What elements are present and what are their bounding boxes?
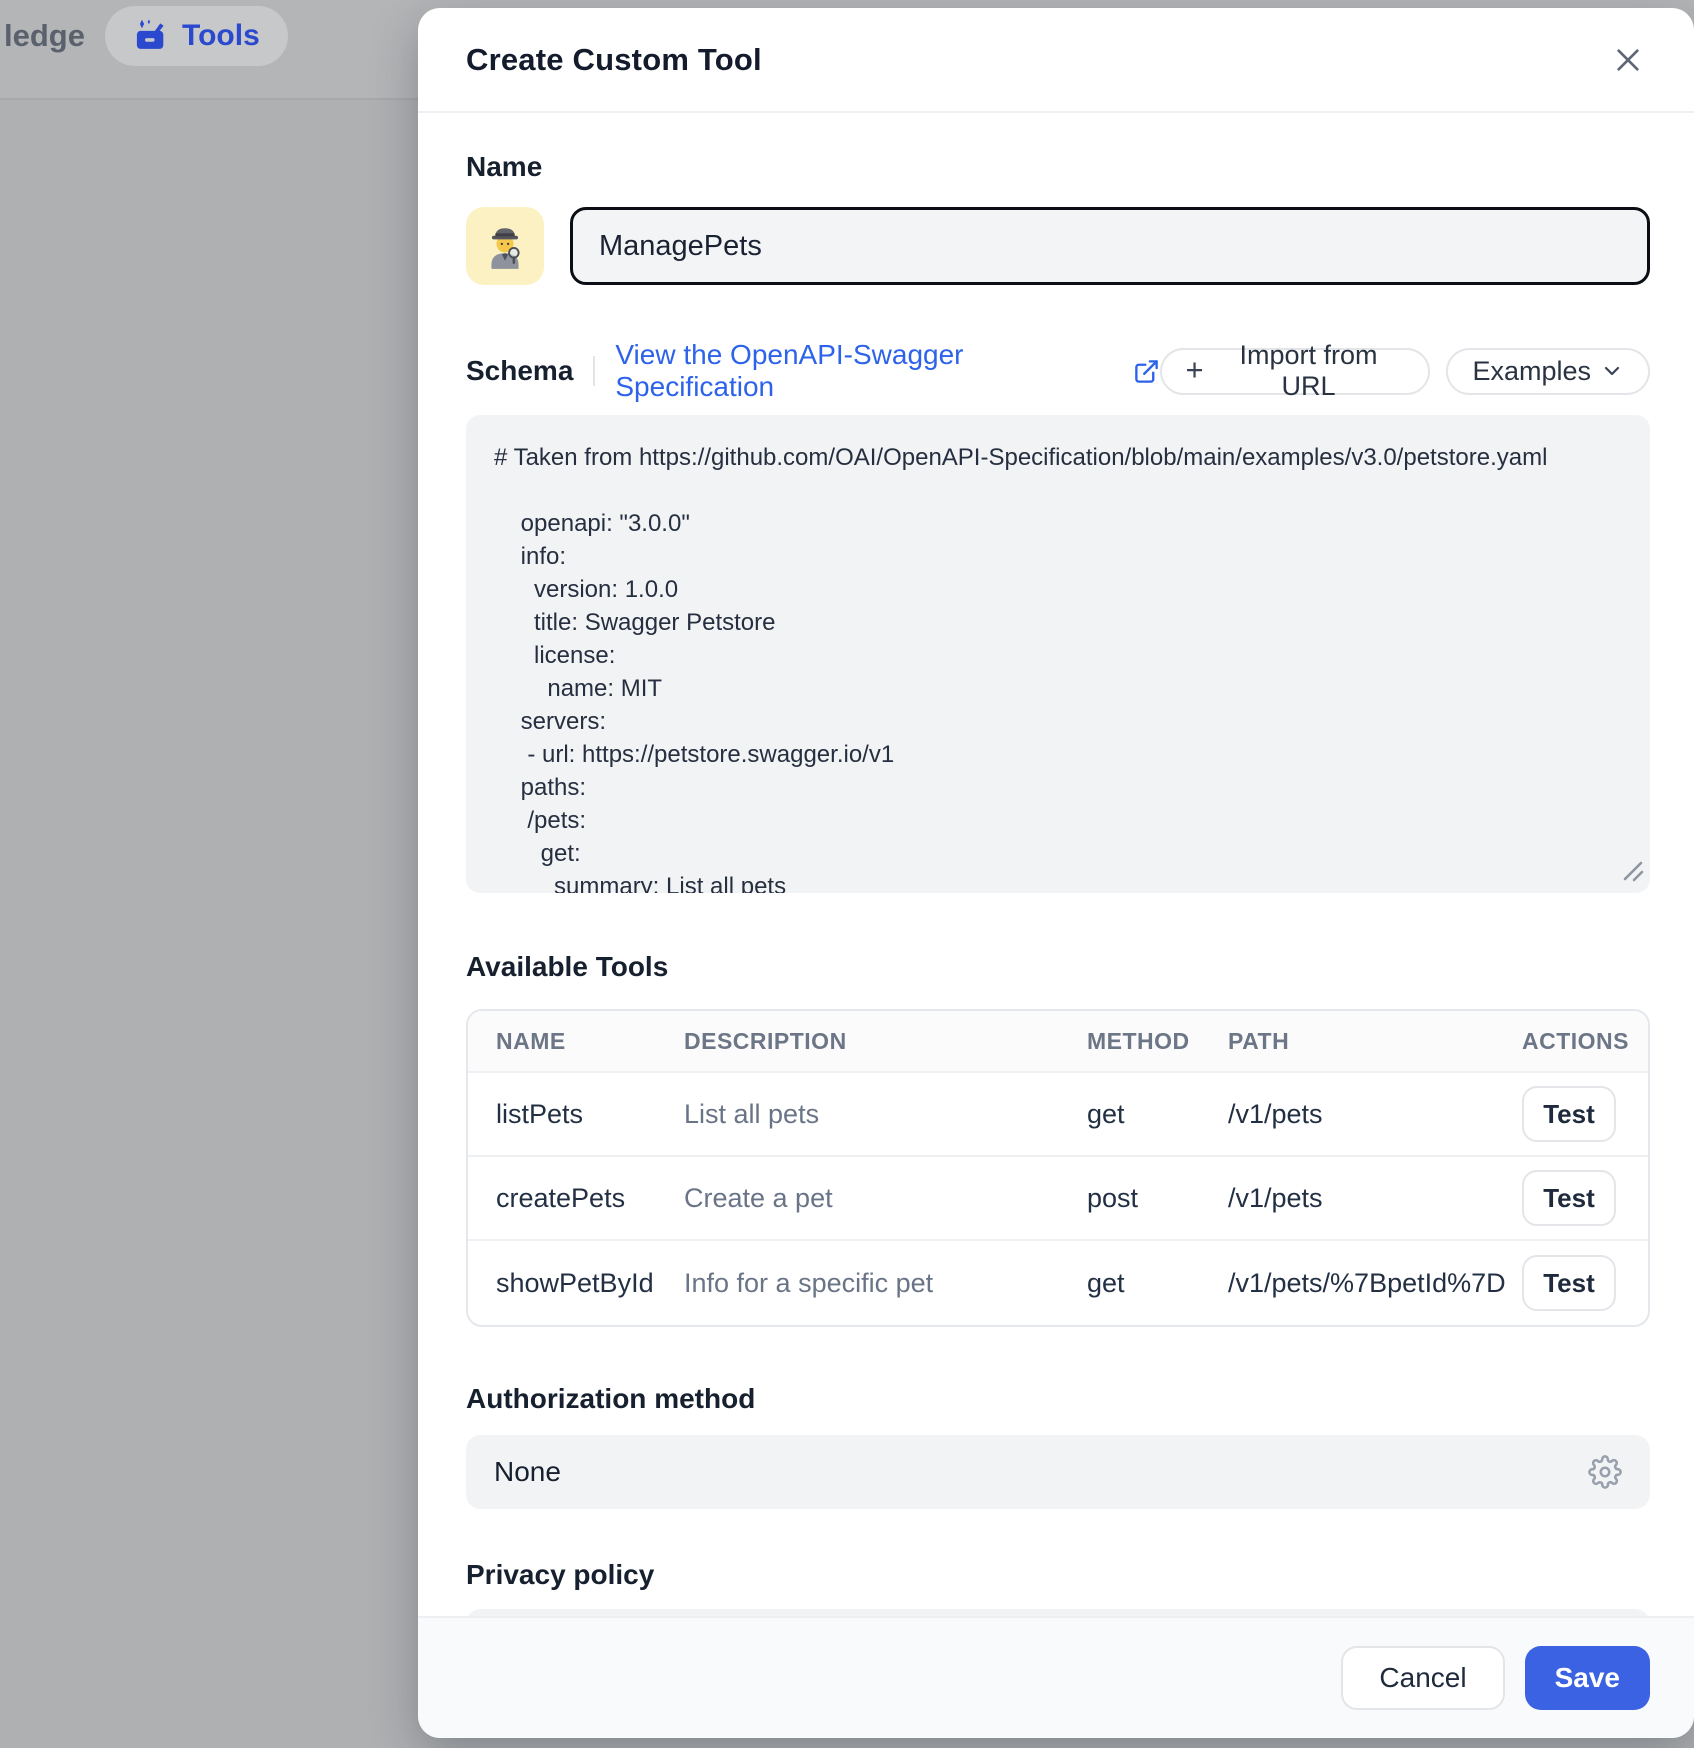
test-button[interactable]: Test [1522,1086,1616,1142]
table-header-row: NAME DESCRIPTION METHOD PATH ACTIONS [468,1011,1648,1073]
background-tab-tools[interactable]: Tools [105,6,288,66]
authorization-method-field[interactable]: None [466,1435,1650,1509]
schema-row: Schema View the OpenAPI-Swagger Specific… [466,339,1650,403]
examples-button-label: Examples [1472,356,1591,387]
name-label: Name [466,151,1650,183]
tool-path: /v1/pets [1228,1183,1522,1214]
tool-name: showPetById [496,1268,684,1299]
schema-textarea-content[interactable]: # Taken from https://github.com/OAI/Open… [466,415,1650,893]
name-input[interactable] [570,207,1650,285]
schema-editor[interactable]: # Taken from https://github.com/OAI/Open… [466,415,1650,893]
vertical-divider [593,356,595,386]
name-row [466,207,1650,285]
examples-dropdown-button[interactable]: Examples [1446,348,1650,395]
tool-method: get [1087,1268,1228,1299]
privacy-policy-heading: Privacy policy [466,1559,1650,1591]
column-header-name: NAME [496,1028,684,1055]
table-row: createPets Create a pet post /v1/pets Te… [468,1157,1648,1241]
detective-emoji-icon [480,221,530,271]
gear-icon[interactable] [1588,1455,1622,1489]
resize-handle[interactable] [1618,856,1644,887]
tool-method: post [1087,1183,1228,1214]
tool-description: Create a pet [684,1183,1087,1214]
table-row: listPets List all pets get /v1/pets Test [468,1073,1648,1157]
table-row: showPetById Info for a specific pet get … [468,1241,1648,1325]
save-button[interactable]: Save [1525,1646,1650,1710]
cancel-button[interactable]: Cancel [1341,1646,1504,1710]
close-icon [1612,44,1644,76]
test-button[interactable]: Test [1522,1255,1616,1311]
tool-method: get [1087,1099,1228,1130]
avatar-emoji-picker[interactable] [466,207,544,285]
import-from-url-button[interactable]: + Import from URL [1160,348,1431,395]
available-tools-heading: Available Tools [466,951,1650,983]
modal-body: Name [418,151,1694,1656]
tool-name: listPets [496,1099,684,1130]
column-header-actions: ACTIONS [1522,1028,1629,1055]
spec-link-label: View the OpenAPI-Swagger Specification [615,339,1121,403]
available-tools-table: NAME DESCRIPTION METHOD PATH ACTIONS lis… [466,1009,1650,1327]
tools-tab-label: Tools [182,19,260,53]
modal-footer: Cancel Save [418,1616,1694,1738]
authorization-method-heading: Authorization method [466,1383,1650,1415]
column-header-path: PATH [1228,1028,1522,1055]
column-header-method: METHOD [1087,1028,1228,1055]
tool-path: /v1/pets/%7BpetId%7D [1228,1268,1522,1299]
tool-description: Info for a specific pet [684,1268,1087,1299]
background-tab-knowledge-partial[interactable]: ledge [4,18,85,54]
column-header-description: DESCRIPTION [684,1028,1087,1055]
schema-label: Schema [466,355,573,387]
modal-header: Create Custom Tool [418,8,1694,113]
import-button-label: Import from URL [1213,340,1405,402]
tool-name: createPets [496,1183,684,1214]
authorization-method-value: None [494,1456,561,1488]
create-custom-tool-modal: Create Custom Tool Name [418,8,1694,1738]
external-link-icon [1133,358,1160,385]
tool-path: /v1/pets [1228,1099,1522,1130]
close-button[interactable] [1606,38,1650,82]
plus-icon: + [1186,354,1204,385]
tool-description: List all pets [684,1099,1087,1130]
openapi-spec-link[interactable]: View the OpenAPI-Swagger Specification [615,339,1159,403]
modal-title: Create Custom Tool [466,42,762,78]
chevron-down-icon [1600,359,1624,383]
tools-icon [133,18,169,54]
schema-buttons: + Import from URL Examples [1160,348,1651,395]
test-button[interactable]: Test [1522,1170,1616,1226]
